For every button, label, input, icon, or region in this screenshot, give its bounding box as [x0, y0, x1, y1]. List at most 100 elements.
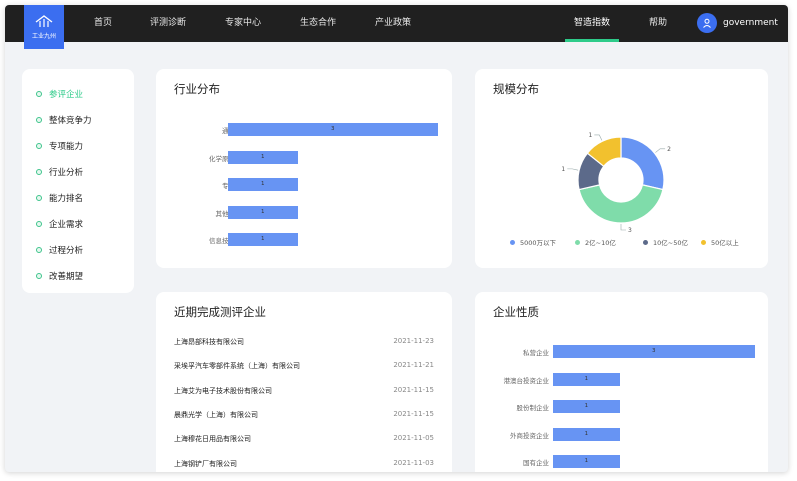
category-label: 私营企业 — [523, 349, 549, 357]
sidebar-item-competitiveness[interactable]: 整体竞争力 — [36, 113, 92, 127]
legend-label: 50亿以上 — [711, 239, 739, 247]
bullet-icon — [36, 273, 42, 279]
list-item[interactable]: 上海昂部科技有限公司 2021-11-23 — [174, 337, 434, 351]
bar-value-label: 1 — [584, 430, 589, 437]
bar-value-label: 3 — [652, 348, 656, 354]
bullet-icon — [36, 169, 42, 175]
user-icon — [703, 18, 711, 28]
list-item[interactable]: 上海钢铲厂有限公司 2021-11-03 — [174, 459, 434, 473]
list-item[interactable]: 上海艾为电子技术股份有限公司 2021-11-15 — [174, 386, 434, 400]
company-name: 上海穆花日用品有限公司 — [174, 435, 251, 444]
bar-value-label: 1 — [584, 375, 589, 382]
completion-date: 2021-11-21 — [393, 361, 434, 370]
sidebar-item-label: 企业需求 — [49, 220, 84, 230]
nav-evaluation[interactable]: 评测诊断 — [150, 5, 186, 42]
company-name: 上海艾为电子技术股份有限公司 — [174, 386, 272, 395]
legend-item[interactable]: 10亿~50亿 — [643, 237, 688, 247]
sidebar-item-industry-analysis[interactable]: 行业分析 — [36, 165, 83, 179]
sidebar-item-demand[interactable]: 企业需求 — [36, 217, 83, 231]
nav-home[interactable]: 首页 — [94, 5, 112, 42]
bullet-icon — [36, 221, 42, 227]
bar-value-label: 1 — [261, 153, 265, 160]
category-label: 外商投资企业 — [510, 431, 549, 440]
card-title: 企业性质 — [493, 305, 539, 319]
sidebar-item-participants[interactable]: 参评企业 — [36, 87, 83, 101]
user-name: government — [723, 18, 778, 28]
sidebar: 参评企业 整体竞争力 专项能力 行业分析 能力排名 企业需求 过程分析 改善期望 — [22, 69, 134, 293]
sidebar-item-process[interactable]: 过程分析 — [36, 243, 83, 257]
industry-distribution-card: 行业分布 通用设备3化学原料制品1专用设备1其他制造业1信息技术服务1 — [156, 69, 452, 268]
legend-dot — [701, 239, 706, 245]
sidebar-item-ranking[interactable]: 能力排名 — [36, 191, 83, 205]
completion-date: 2021-11-23 — [393, 337, 434, 345]
nav-help[interactable]: 帮助 — [649, 5, 667, 42]
legend-item[interactable]: 5000万以下 — [510, 237, 556, 247]
bullet-icon — [36, 143, 42, 149]
donut-slice — [578, 184, 664, 224]
slice-value-label: 2 — [667, 146, 671, 153]
completion-date: 2021-11-05 — [393, 434, 434, 443]
category-label: 股份制企业 — [516, 404, 550, 412]
list-item[interactable]: 采埃孚汽车零部件系统（上海）有限公司 2021-11-21 — [174, 361, 434, 375]
bullet-icon — [36, 247, 42, 253]
company-name: 上海昂部科技有限公司 — [174, 338, 244, 346]
logo-text: 工业九州 — [31, 32, 56, 40]
bullet-icon — [36, 91, 42, 97]
bar-value-label: 1 — [261, 181, 265, 187]
category-label: 港澳台投资企业 — [503, 376, 550, 385]
scale-distribution-card: 规模分布 2311 5000万以下 2亿~10亿 10亿~50亿 50亿以上 — [475, 69, 768, 268]
legend-dot — [643, 239, 648, 245]
sidebar-item-label: 能力排名 — [49, 194, 84, 204]
sidebar-item-label: 专项能力 — [49, 142, 84, 152]
card-title: 近期完成测评企业 — [174, 305, 266, 319]
list-item[interactable]: 上海穆花日用品有限公司 2021-11-05 — [174, 434, 434, 448]
slice-leader-line — [594, 134, 603, 141]
sidebar-item-label: 改善期望 — [49, 272, 84, 282]
recent-evaluations-card: 近期完成测评企业 上海昂部科技有限公司 2021-11-23 采埃孚汽车零部件系统（… — [156, 292, 452, 472]
company-name: 晨鼎光学（上海）有限公司 — [174, 410, 258, 419]
slice-value-label: 1 — [588, 132, 592, 139]
legend-label: 5000万以下 — [520, 239, 557, 247]
top-navbar: 工业九州 首页 评测诊断 专家中心 生态合作 产业政策 智造指数 帮助 gove… — [5, 5, 788, 49]
nav-experts[interactable]: 专家中心 — [225, 5, 261, 42]
logo-icon — [35, 14, 53, 27]
bar-value-label: 3 — [331, 126, 335, 132]
company-name: 采埃孚汽车零部件系统（上海）有限公司 — [174, 362, 300, 371]
nav-index[interactable]: 智造指数 — [574, 5, 610, 42]
bar-value-label: 1 — [261, 208, 265, 215]
nav-ecosystem[interactable]: 生态合作 — [300, 5, 336, 42]
bullet-icon — [36, 195, 42, 201]
sidebar-item-expectation[interactable]: 改善期望 — [36, 269, 83, 283]
slice-leader-line — [655, 148, 666, 153]
nav-policy[interactable]: 产业政策 — [375, 5, 411, 42]
completion-date: 2021-11-15 — [393, 385, 434, 394]
slice-leader-line — [567, 168, 579, 171]
sidebar-item-label: 整体竞争力 — [49, 116, 92, 126]
sidebar-item-special-ability[interactable]: 专项能力 — [36, 139, 83, 153]
bar-value-label: 1 — [584, 403, 589, 409]
sidebar-item-label: 参评企业 — [49, 90, 84, 100]
slice-value-label: 1 — [561, 166, 565, 173]
legend-item[interactable]: 50亿以上 — [701, 237, 739, 247]
legend-dot — [575, 239, 580, 245]
avatar — [697, 13, 717, 33]
slice-leader-line — [620, 224, 626, 231]
user-menu[interactable]: government — [697, 13, 778, 33]
card-title: 行业分布 — [174, 82, 220, 96]
list-item[interactable]: 晨鼎光学（上海）有限公司 2021-11-15 — [174, 410, 434, 424]
legend-label: 2亿~10亿 — [585, 239, 616, 247]
bullet-icon — [36, 117, 42, 123]
brand-logo[interactable]: 工业九州 — [24, 5, 64, 49]
completion-date: 2021-11-03 — [393, 458, 434, 467]
legend-item[interactable]: 2亿~10亿 — [575, 237, 616, 247]
active-nav-indicator — [565, 39, 619, 42]
legend-label: 10亿~50亿 — [653, 239, 688, 247]
legend-dot — [510, 239, 515, 245]
sidebar-item-label: 过程分析 — [49, 246, 84, 256]
enterprise-nature-card: 企业性质 私营企业 3 港澳台投资企业 1 股份制企业 1 外商投资企业 1 国有企业 1 — [475, 292, 768, 472]
sidebar-item-label: 行业分析 — [49, 168, 84, 178]
bar-value-label: 1 — [584, 458, 589, 464]
bar-value-label: 1 — [261, 236, 265, 242]
donut-slice — [620, 136, 665, 191]
app-window: 工业九州 首页 评测诊断 专家中心 生态合作 产业政策 智造指数 帮助 gove… — [5, 5, 788, 472]
